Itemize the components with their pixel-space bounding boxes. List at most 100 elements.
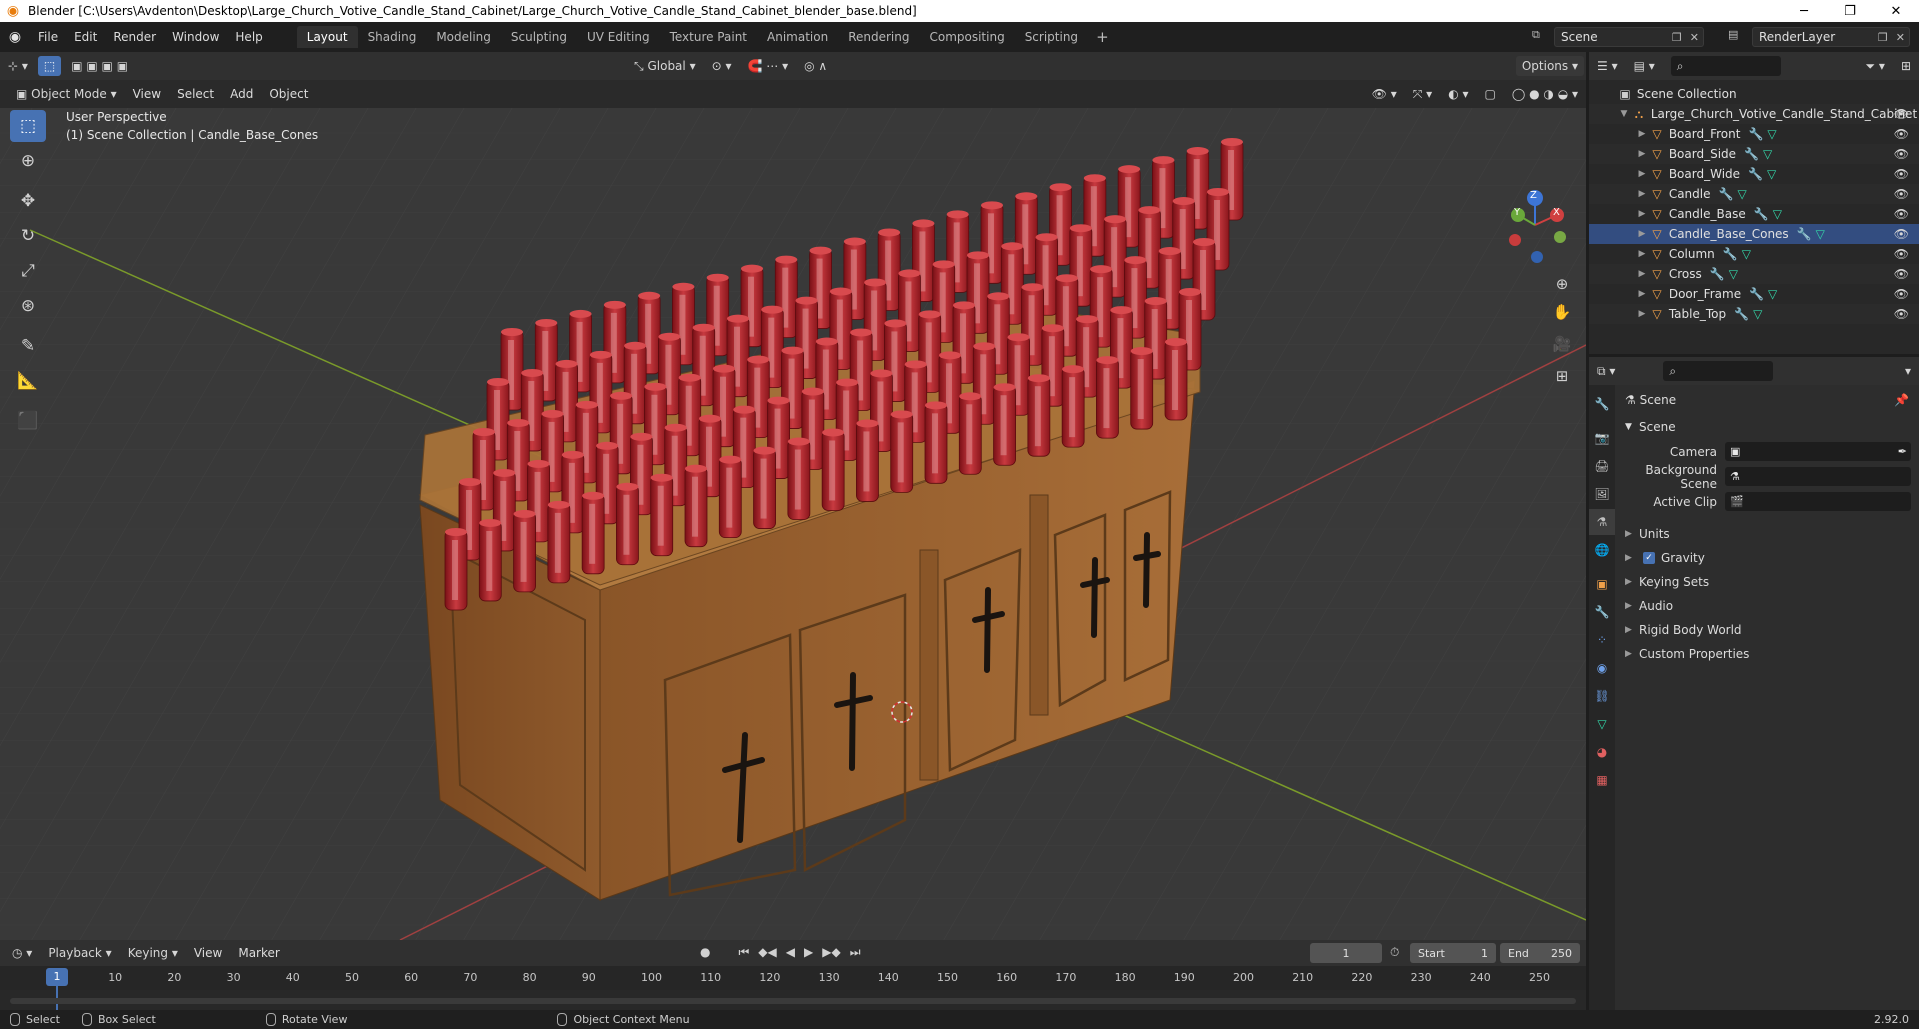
outliner-item[interactable]: ▶ ▽ Candle 🔧 ▽ 👁	[1589, 184, 1919, 204]
object-mode-dropdown[interactable]: ▣ Object Mode ▾	[10, 84, 123, 104]
properties-subpanel[interactable]: ▶ Rigid Body World	[1617, 618, 1919, 642]
viewport-menu-view[interactable]: View	[125, 83, 169, 105]
pivot-point-icon[interactable]: ⊙ ▾	[706, 56, 738, 76]
view-layer-selector[interactable]: RenderLayer ❐ ✕	[1752, 27, 1910, 47]
properties-search-input[interactable]: ⌕	[1663, 361, 1774, 381]
tab-layout[interactable]: Layout	[296, 26, 358, 48]
menu-file[interactable]: File	[30, 26, 66, 48]
record-icon[interactable]: ●	[700, 945, 710, 960]
rotate-tool-icon[interactable]: ↻	[10, 220, 46, 252]
shading-mode-icons[interactable]: ◯ ● ◑ ◒ ▾	[1506, 84, 1584, 104]
tab-animation[interactable]: Animation	[757, 26, 838, 48]
tab-compositing[interactable]: Compositing	[919, 26, 1014, 48]
world-properties-tab-icon[interactable]: 🌐	[1589, 537, 1615, 563]
add-workspace-button[interactable]: +	[1088, 28, 1117, 46]
tab-rendering[interactable]: Rendering	[838, 26, 919, 48]
mesh-data-tab-icon[interactable]: ▽	[1589, 711, 1615, 737]
scene-copy-icon[interactable]: ❐	[1668, 31, 1686, 44]
add-cube-tool-icon[interactable]: ⬛	[10, 405, 46, 437]
xray-toggle-icon[interactable]: ▢	[1479, 84, 1502, 104]
properties-subpanel[interactable]: ▶ ✓ Gravity	[1617, 546, 1919, 570]
texture-tab-icon[interactable]: ▦	[1589, 767, 1615, 793]
outliner-item[interactable]: ▶ ▽ Door_Frame 🔧 ▽ 👁	[1589, 284, 1919, 304]
modifier-wrench-icon[interactable]: 🔧	[1797, 227, 1812, 241]
viewport-menu-select[interactable]: Select	[169, 83, 222, 105]
transform-tool-icon[interactable]: ⊛	[10, 290, 46, 322]
viewport-menu-object[interactable]: Object	[261, 83, 316, 105]
expand-arrow-icon[interactable]: ▶	[1635, 129, 1649, 139]
current-frame-field[interactable]: 1	[1310, 943, 1382, 963]
outliner-item[interactable]: ▶ ▽ Candle_Base_Cones 🔧 ▽ 👁	[1589, 224, 1919, 244]
blender-logo-icon[interactable]: ◉	[0, 29, 30, 45]
mesh-data-icon[interactable]: ▽	[1729, 267, 1738, 281]
output-properties-tab-icon[interactable]: 🖨	[1589, 453, 1615, 479]
modifier-wrench-icon[interactable]: 🔧	[1744, 147, 1759, 161]
mesh-data-icon[interactable]: ▽	[1737, 187, 1746, 201]
scene-browse-icon[interactable]: ⧉	[1528, 28, 1544, 42]
eye-icon[interactable]: 👁	[1894, 207, 1909, 221]
gizmo-toggle-icon[interactable]: ⤧ ▾	[1407, 84, 1438, 104]
move-tool-icon[interactable]: ✥	[10, 185, 46, 217]
view-layer-icon[interactable]: ▤	[1724, 28, 1742, 41]
tab-scripting[interactable]: Scripting	[1015, 26, 1088, 48]
mesh-data-icon[interactable]: ▽	[1816, 227, 1825, 241]
mesh-data-icon[interactable]: ▽	[1773, 207, 1782, 221]
next-keyframe-icon[interactable]: ▶◆	[822, 945, 840, 960]
modifier-wrench-icon[interactable]: 🔧	[1710, 267, 1725, 281]
expand-arrow-icon[interactable]: ▶	[1635, 169, 1649, 179]
measure-tool-icon[interactable]: 📐	[10, 365, 46, 397]
timeline-view-menu[interactable]: View	[186, 942, 230, 964]
proportional-edit-icon[interactable]: ◎ ∧	[798, 56, 833, 76]
gravity-checkbox[interactable]: ✓	[1643, 552, 1655, 564]
expand-arrow-icon[interactable]: ▶	[1635, 149, 1649, 159]
playhead-indicator[interactable]: 1	[46, 968, 68, 986]
tab-modeling[interactable]: Modeling	[426, 26, 501, 48]
eye-icon[interactable]: 👁	[1894, 107, 1909, 121]
mesh-data-icon[interactable]: ▽	[1763, 147, 1772, 161]
timeline-frame-ruler[interactable]: 1 10 20 30 40 50 60 70 80 90 100 110 120 130 140 150 16…	[0, 966, 1586, 1010]
ortho-grid-icon[interactable]: ⊞	[1548, 362, 1576, 390]
render-properties-tab-icon[interactable]: 📷	[1589, 425, 1615, 451]
collapse-arrow-icon[interactable]: ▼	[1617, 109, 1631, 119]
annotate-tool-icon[interactable]: ✎	[10, 330, 46, 362]
eye-icon[interactable]: 👁	[1894, 187, 1909, 201]
menu-window[interactable]: Window	[164, 26, 227, 48]
mesh-data-icon[interactable]: ▽	[1767, 167, 1776, 181]
menu-edit[interactable]: Edit	[66, 26, 105, 48]
preview-range-clock-icon[interactable]: ⏱	[1390, 945, 1399, 960]
jump-end-icon[interactable]: ⏭	[850, 945, 861, 960]
eye-icon[interactable]: 👁	[1894, 147, 1909, 161]
end-frame-field[interactable]: End 250	[1500, 943, 1580, 963]
tool-properties-tab-icon[interactable]: 🔧	[1589, 391, 1615, 417]
modifier-wrench-icon[interactable]: 🔧	[1748, 127, 1763, 141]
eye-icon[interactable]: 👁	[1894, 267, 1909, 281]
menu-help[interactable]: Help	[227, 26, 270, 48]
cursor-tool-icon[interactable]: ⊕	[10, 145, 46, 177]
modifier-wrench-icon[interactable]: 🔧	[1754, 207, 1769, 221]
playback-menu[interactable]: Playback ▾	[42, 943, 117, 963]
eye-icon[interactable]: 👁	[1894, 167, 1909, 181]
maximize-button[interactable]: ❐	[1827, 0, 1873, 22]
tab-texture-paint[interactable]: Texture Paint	[660, 26, 757, 48]
play-reverse-icon[interactable]: ◀	[786, 945, 795, 960]
active-clip-field[interactable]: 🎬	[1725, 492, 1911, 511]
jump-start-icon[interactable]: ⏮	[738, 945, 749, 960]
outliner-item[interactable]: ▶ ▽ Board_Side 🔧 ▽ 👁	[1589, 144, 1919, 164]
properties-options-icon[interactable]: ▾	[1899, 361, 1917, 381]
editor-type-icon[interactable]: ⊹ ▾	[2, 56, 34, 76]
scene-selector[interactable]: Scene ❐ ✕	[1554, 27, 1704, 47]
outliner-item[interactable]: ▶ ▽ Table_Top 🔧 ▽ 👁	[1589, 304, 1919, 324]
properties-subpanel[interactable]: ▶ Units	[1617, 522, 1919, 546]
visibility-icon[interactable]: 👁 ▾	[1366, 84, 1403, 104]
view-layer-copy-icon[interactable]: ❐	[1874, 31, 1892, 44]
expand-arrow-icon[interactable]: ▶	[1635, 309, 1649, 319]
modifier-wrench-icon[interactable]: 🔧	[1719, 187, 1734, 201]
transform-orientation-dropdown[interactable]: ⤡ Global ▾	[628, 56, 702, 76]
close-button[interactable]: ✕	[1873, 0, 1919, 22]
options-dropdown[interactable]: Options ▾	[1515, 56, 1584, 76]
view-layer-remove-icon[interactable]: ✕	[1892, 31, 1909, 44]
snap-icon[interactable]: 🧲 ⋯ ▾	[742, 56, 795, 76]
new-collection-icon[interactable]: ⊞	[1895, 56, 1917, 76]
keying-menu[interactable]: Keying ▾	[122, 943, 184, 963]
properties-subpanel[interactable]: ▶ Keying Sets	[1617, 570, 1919, 594]
